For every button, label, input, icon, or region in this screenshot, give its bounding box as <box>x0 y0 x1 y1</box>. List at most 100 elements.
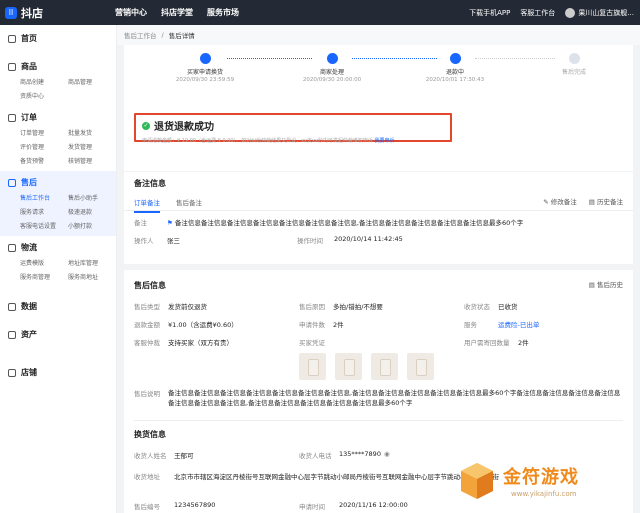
sidebar-item[interactable]: 资质中心 <box>20 91 68 100</box>
sidebar-item[interactable]: 备货预警 <box>20 156 68 165</box>
workbench-link[interactable]: 客服工作台 <box>520 8 555 18</box>
sidebar-item[interactable]: 商品管理 <box>68 77 116 86</box>
sidebar-shop[interactable]: 店铺 <box>8 361 116 383</box>
notes-title: 备注信息 <box>134 179 166 188</box>
receiver-label: 收货人姓名 <box>134 452 167 460</box>
avatar <box>565 7 576 18</box>
history-note-label: 历史备注 <box>597 198 623 206</box>
step-icon <box>326 53 338 64</box>
sidebar-item[interactable]: 运费模版 <box>20 258 68 267</box>
shop-icon <box>8 368 16 377</box>
operator-label: 操作人 <box>134 237 154 245</box>
logo[interactable]: ll 抖店 <box>0 5 115 21</box>
phone-label: 收货人电话 <box>299 452 332 460</box>
sidebar-item[interactable]: 客服电话设置 <box>20 221 68 230</box>
goods-icon <box>8 62 16 71</box>
top-right: 下载手机APP 客服工作台 果川山复古旗舰... <box>469 7 640 18</box>
service-link[interactable]: 运费险-已出单 <box>498 319 539 329</box>
field-label: 买家凭证 <box>299 339 325 347</box>
sidebar-home[interactable]: 首页 <box>8 27 116 49</box>
sidebar-item[interactable]: 评价管理 <box>20 142 68 151</box>
step-apply: 买家申请换货 2020/09/30 23:59:59 <box>160 53 250 83</box>
top-nav: 营销中心 抖店学堂 服务市场 <box>115 7 239 18</box>
sidebar-data[interactable]: 数据 <box>8 295 116 317</box>
edit-note-button[interactable]: ✎ 修改备注 <box>543 196 577 206</box>
field-label: 服务 <box>464 321 477 329</box>
field-value: 多拍/错拍/不想要 <box>333 303 383 311</box>
sidebar-aftersale-label: 售后 <box>21 178 37 187</box>
tab-aftersale-note[interactable]: 售后备注 <box>176 197 202 207</box>
field-value: 已收货 <box>498 303 518 311</box>
sidebar-item[interactable]: 小额打款 <box>68 221 116 230</box>
status-desc: 申请退款金额：¥ 19.00（含运费 ¥ 0.00），如对纠纷仲裁结果又异议，x… <box>142 138 373 144</box>
step-complete: 售后完成 <box>529 53 619 76</box>
aftersale-history-button[interactable]: ▤ 售后历史 <box>589 279 623 289</box>
logistics-icon <box>8 243 16 252</box>
sidebar-aftersale[interactable]: 售后 <box>8 171 116 193</box>
step-label: 商家处理 <box>319 69 344 76</box>
history-note-button[interactable]: ▤ 历史备注 <box>589 196 623 206</box>
download-app-link[interactable]: 下载手机APP <box>469 8 510 18</box>
sidebar-item[interactable]: 极速退款 <box>68 207 116 216</box>
exchange-title: 换货信息 <box>134 430 166 439</box>
breadcrumb-workbench[interactable]: 售后工作台 <box>124 30 157 40</box>
topnav-marketing[interactable]: 营销中心 <box>115 7 147 18</box>
topnav-school[interactable]: 抖店学堂 <box>161 7 193 18</box>
step-icon <box>449 53 461 64</box>
evidence-image[interactable] <box>407 353 434 380</box>
sidebar-orders-label: 订单 <box>21 113 37 122</box>
status-title: 退货退款成功 <box>154 122 214 133</box>
sidebar-goods-label: 商品 <box>21 62 37 71</box>
appeal-link[interactable]: 我要申诉 <box>375 138 395 144</box>
tab-order-note[interactable]: 订单备注 <box>134 197 160 213</box>
topnav-market[interactable]: 服务市场 <box>207 7 239 18</box>
phone-value: 135****7890 <box>339 450 381 458</box>
sidebar-item[interactable]: 批量发货 <box>68 128 116 137</box>
sidebar-item[interactable]: 订单管理 <box>20 128 68 137</box>
no-label: 售后编号 <box>134 503 160 511</box>
logo-icon: ll <box>5 6 17 19</box>
step-label: 退款中 <box>445 69 464 76</box>
aftersale-title: 售后信息 <box>134 281 166 290</box>
sidebar-item[interactable]: 发货管理 <box>68 142 116 151</box>
eye-icon[interactable]: ◉ <box>384 450 390 458</box>
sidebar-item[interactable]: 核销管理 <box>68 156 116 165</box>
note-value: 备注信息备注信息备注信息备注信息备注信息备注信息备注信息,备注信息备注信息备注信… <box>174 219 524 227</box>
sidebar-item[interactable]: 服务商管理 <box>20 272 68 281</box>
watermark-text: 金符游戏 <box>503 467 579 488</box>
sidebar-assets[interactable]: 资产 <box>8 323 116 345</box>
main-content: 售后工作台 / 售后详情 买家申请换货 2020/09/30 23:59:59 … <box>117 25 640 513</box>
evidence-image[interactable] <box>371 353 398 380</box>
sidebar-item[interactable]: 服务商地址 <box>68 272 116 281</box>
evidence-image[interactable] <box>335 353 362 380</box>
step-time: 2020/09/30 20:00:00 <box>302 77 362 83</box>
shop-menu[interactable]: 果川山复古旗舰... <box>565 7 634 18</box>
evidence-image[interactable] <box>299 353 326 380</box>
note-label: 备注 <box>134 219 147 227</box>
step-label: 买家申请换货 <box>186 69 223 76</box>
status-card: ✓ 退货退款成功 申请退款金额：¥ 19.00（含运费 ¥ 0.00），如对纠纷仲… <box>124 108 633 171</box>
time-label: 申请时间 <box>299 503 325 511</box>
aftersale-icon <box>8 178 16 187</box>
field-value: 2件 <box>333 321 344 329</box>
sidebar-item[interactable]: 地址库管理 <box>68 258 116 267</box>
evidence-images <box>299 353 464 380</box>
breadcrumb-current: 售后详情 <box>168 32 195 40</box>
sidebar-item[interactable]: 服务请求 <box>20 207 68 216</box>
optime-label: 操作时间 <box>297 237 323 245</box>
sidebar-goods[interactable]: 商品 <box>8 55 116 77</box>
shop-name: 果川山复古旗舰... <box>578 8 634 17</box>
sidebar-item[interactable]: 售后小助手 <box>68 193 116 202</box>
watermark-url: www.yikajinfu.com <box>511 490 577 498</box>
sidebar: 首页 商品 商品创建 商品管理 资质中心 订单 订单管理 批量发货 评价管理 发… <box>0 25 117 513</box>
desc-value: 备注信息备注信息备注信息备注信息备注信息备注信息备注信息,备注信息备注信息备注信… <box>168 389 621 407</box>
top-bar: ll 抖店 营销中心 抖店学堂 服务市场 下载手机APP 客服工作台 果川山复古… <box>0 0 640 25</box>
orders-icon <box>8 113 16 122</box>
sidebar-logistics[interactable]: 物流 <box>8 236 116 258</box>
sidebar-item[interactable]: 商品创建 <box>20 77 68 86</box>
edit-note-label: 修改备注 <box>550 198 577 206</box>
field-value: 发货前仅退货 <box>168 303 207 311</box>
status-highlight: ✓ 退货退款成功 申请退款金额：¥ 19.00（含运费 ¥ 0.00），如对纠纷仲… <box>134 113 452 144</box>
sidebar-orders[interactable]: 订单 <box>8 106 116 128</box>
sidebar-item-workbench[interactable]: 售后工作台 <box>20 193 68 202</box>
